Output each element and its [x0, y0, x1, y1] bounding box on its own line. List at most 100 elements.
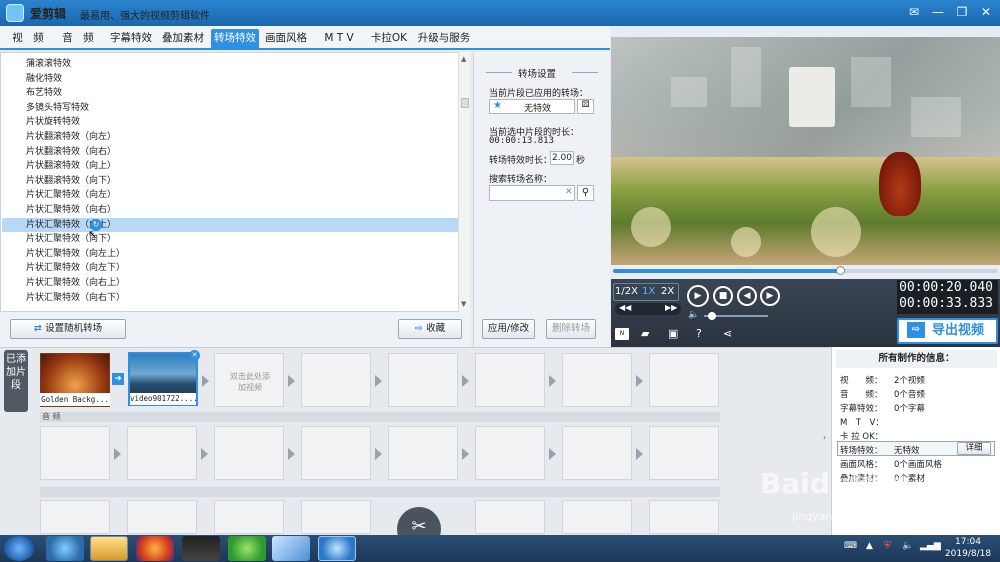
audio-slot[interactable]: [649, 426, 719, 480]
effect-item[interactable]: 片状翻滚特效（向右）: [2, 145, 458, 160]
effect-item[interactable]: 片状汇聚特效（向右）: [2, 203, 458, 218]
search-input[interactable]: ✕: [489, 185, 575, 201]
tab-karaoke[interactable]: 卡拉OK: [367, 29, 411, 48]
audio-slot[interactable]: [388, 426, 458, 480]
empty-slot[interactable]: [388, 353, 458, 407]
clear-icon[interactable]: ✕: [565, 187, 573, 197]
effect-item[interactable]: 片状汇聚特效（向左上）: [2, 247, 458, 262]
video-app-icon[interactable]: [182, 536, 220, 561]
help-icon[interactable]: ?: [696, 327, 702, 340]
save-icon[interactable]: ▣: [668, 327, 678, 340]
effect-item[interactable]: 多镜头特写特效: [2, 101, 458, 116]
overlay-slot[interactable]: [475, 500, 545, 534]
detail-button[interactable]: 详细: [957, 442, 991, 455]
delete-transition-button[interactable]: 删除转场: [546, 319, 596, 339]
overlay-slot[interactable]: [127, 500, 197, 534]
update-app-icon[interactable]: [228, 536, 266, 561]
tray-expand-icon[interactable]: ▲: [866, 541, 873, 551]
audio-slot[interactable]: [562, 426, 632, 480]
scroll-up-icon[interactable]: ▲: [461, 55, 466, 63]
empty-slot-add[interactable]: 双击此处添加视频: [214, 353, 284, 407]
speed-half[interactable]: 1/2X: [615, 286, 638, 297]
transition-arrow-icon[interactable]: ➜: [112, 373, 124, 385]
tab-audio[interactable]: 音 频: [56, 29, 100, 48]
effect-item[interactable]: 片状汇聚特效（向右上）: [2, 276, 458, 291]
apply-transition-button[interactable]: 应用/修改: [482, 319, 535, 339]
effect-item[interactable]: 片状翻滚特效（向左）: [2, 130, 458, 145]
audio-slot[interactable]: [127, 426, 197, 480]
tab-mtv[interactable]: M T V: [315, 29, 363, 48]
restore-icon[interactable]: ❐: [950, 3, 974, 21]
effect-item[interactable]: 布艺特效: [2, 86, 458, 101]
tab-subtitle[interactable]: 字幕特效: [107, 29, 155, 48]
empty-slot[interactable]: [301, 353, 371, 407]
dice-icon[interactable]: ⚄: [577, 99, 594, 114]
tab-style[interactable]: 画面风格: [262, 29, 310, 48]
export-video-button[interactable]: ⇨ 导出视频: [897, 318, 998, 344]
step-forward-icon[interactable]: ▶▶: [665, 303, 677, 312]
firefox-icon[interactable]: [136, 536, 174, 561]
audio-slot[interactable]: [475, 426, 545, 480]
next-frame-icon[interactable]: ▶: [760, 286, 780, 306]
empty-slot[interactable]: [649, 353, 719, 407]
volume-knob[interactable]: [708, 312, 716, 320]
speed-double[interactable]: 2X: [661, 286, 674, 297]
collapse-info-icon[interactable]: ›: [823, 433, 826, 442]
stop-icon[interactable]: ■: [713, 286, 733, 306]
effect-item[interactable]: 片状旋转特效: [2, 115, 458, 130]
transition-effect-list[interactable]: 蒲滚滚特效 融化特效 布艺特效 多镜头特写特效 片状旋转特效 片状翻滚特效（向左…: [0, 52, 470, 312]
effect-item[interactable]: 片状汇聚特效（向左下）: [2, 261, 458, 276]
empty-slot[interactable]: [562, 353, 632, 407]
keyboard-icon[interactable]: ⌨: [844, 541, 857, 551]
skin-icon[interactable]: ✉: [902, 3, 926, 21]
effect-list-scrollbar[interactable]: ▲ ▼: [458, 52, 470, 312]
overlay-slot[interactable]: [40, 500, 110, 534]
overlay-slot[interactable]: [214, 500, 284, 534]
overlay-slot[interactable]: [301, 500, 371, 534]
open-folder-icon[interactable]: ▰: [641, 327, 649, 340]
effect-item[interactable]: 融化特效: [2, 72, 458, 87]
random-transition-button[interactable]: ⇄ 设置随机转场: [10, 319, 126, 339]
play-icon[interactable]: ▶: [687, 285, 709, 307]
effect-duration-input[interactable]: 2.00: [550, 151, 574, 165]
file-explorer-icon[interactable]: [90, 536, 128, 561]
audio-slot[interactable]: [301, 426, 371, 480]
speed-normal[interactable]: 1X: [642, 286, 655, 297]
security-icon[interactable]: ⛨: [884, 541, 891, 551]
added-clips-tab[interactable]: 已添加片段: [4, 350, 28, 412]
tab-video[interactable]: 视 频: [6, 29, 50, 48]
effect-item[interactable]: 片状汇聚特效（向右下）: [2, 291, 458, 306]
tab-upgrade[interactable]: 升级与服务: [415, 29, 473, 48]
minimize-icon[interactable]: —: [926, 3, 950, 21]
step-back-icon[interactable]: ◀◀: [619, 303, 631, 312]
effect-item[interactable]: 蒲滚滚特效: [2, 57, 458, 72]
collect-button[interactable]: ⇨ 收藏: [398, 319, 462, 339]
effect-item[interactable]: 片状汇聚特效（向下）: [2, 232, 458, 247]
scroll-thumb[interactable]: [461, 98, 469, 108]
overlay-slot[interactable]: [649, 500, 719, 534]
system-clock[interactable]: 17:04 2019/8/18: [938, 536, 998, 560]
start-button-icon[interactable]: [4, 536, 34, 561]
overlay-slot[interactable]: [562, 500, 632, 534]
audio-slot[interactable]: [214, 426, 284, 480]
tab-overlay[interactable]: 叠加素材: [159, 29, 207, 48]
volume-icon[interactable]: 🔈: [688, 310, 699, 320]
tablet-app-icon[interactable]: [272, 536, 310, 561]
volume-tray-icon[interactable]: 🔈: [902, 541, 913, 551]
effect-item[interactable]: 片状翻滚特效（向下）: [2, 174, 458, 189]
new-project-icon[interactable]: N: [615, 328, 629, 340]
prev-frame-icon[interactable]: ◀: [737, 286, 757, 306]
effect-item[interactable]: 片状翻滚特效（向上）: [2, 159, 458, 174]
close-icon[interactable]: ✕: [974, 3, 998, 21]
audio-slot[interactable]: [40, 426, 110, 480]
scroll-down-icon[interactable]: ▼: [461, 300, 466, 308]
empty-slot[interactable]: [475, 353, 545, 407]
effect-item[interactable]: 片状汇聚特效（向左）: [2, 188, 458, 203]
tab-transition[interactable]: 转场特效: [211, 29, 259, 48]
remove-clip-icon[interactable]: ✕: [189, 350, 200, 361]
search-icon[interactable]: ⚲: [577, 185, 594, 201]
share-icon[interactable]: ⋖: [723, 327, 732, 340]
effect-item-selected[interactable]: 片状汇聚特效（向上）: [2, 217, 458, 233]
aijianji-taskbar-icon[interactable]: [318, 536, 356, 561]
media-player-icon[interactable]: [46, 536, 84, 561]
